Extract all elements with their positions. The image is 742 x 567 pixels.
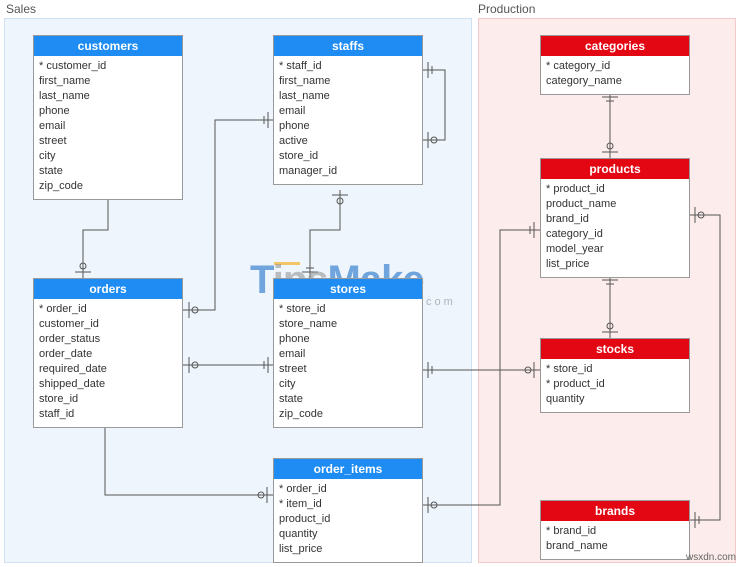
table-staffs: staffs * staff_id first_name last_name e… [273, 35, 423, 185]
column: category_name [546, 74, 684, 89]
column: zip_code [39, 179, 177, 194]
column: phone [279, 119, 417, 134]
column: brand_name [546, 539, 684, 554]
column: * store_id [546, 362, 684, 377]
watermark-accent [274, 262, 300, 265]
column: model_year [546, 242, 684, 257]
column: store_id [39, 392, 177, 407]
column: zip_code [279, 407, 417, 422]
column: active [279, 134, 417, 149]
table-body: * store_id * product_id quantity [541, 359, 689, 412]
table-categories: categories * category_id category_name [540, 35, 690, 95]
table-header: staffs [274, 36, 422, 56]
column: email [279, 104, 417, 119]
region-label-production: Production [478, 2, 535, 16]
column: last_name [39, 89, 177, 104]
column: state [279, 392, 417, 407]
column: quantity [279, 527, 417, 542]
table-header: customers [34, 36, 182, 56]
column: phone [39, 104, 177, 119]
table-body: * order_id customer_id order_status orde… [34, 299, 182, 427]
credit-text: wsxdn.com [686, 552, 736, 563]
table-header: stocks [541, 339, 689, 359]
column: street [39, 134, 177, 149]
column: quantity [546, 392, 684, 407]
column: phone [279, 332, 417, 347]
column: list_price [546, 257, 684, 272]
region-label-sales: Sales [6, 2, 36, 16]
table-body: * product_id product_name brand_id categ… [541, 179, 689, 277]
column: order_status [39, 332, 177, 347]
table-header: products [541, 159, 689, 179]
column: * staff_id [279, 59, 417, 74]
table-stores: stores * store_id store_name phone email… [273, 278, 423, 428]
erd-canvas: Sales Production [0, 0, 742, 567]
table-stocks: stocks * store_id * product_id quantity [540, 338, 690, 413]
column: street [279, 362, 417, 377]
column: * brand_id [546, 524, 684, 539]
column: brand_id [546, 212, 684, 227]
table-header: brands [541, 501, 689, 521]
table-order-items: order_items * order_id * item_id product… [273, 458, 423, 563]
table-customers: customers * customer_id first_name last_… [33, 35, 183, 200]
column: staff_id [39, 407, 177, 422]
table-body: * customer_id first_name last_name phone… [34, 56, 182, 199]
column: order_date [39, 347, 177, 362]
table-brands: brands * brand_id brand_name [540, 500, 690, 560]
table-header: categories [541, 36, 689, 56]
column: * store_id [279, 302, 417, 317]
column: * order_id [39, 302, 177, 317]
column: * customer_id [39, 59, 177, 74]
table-header: stores [274, 279, 422, 299]
watermark-com: .com [420, 296, 456, 308]
column: * order_id [279, 482, 417, 497]
table-body: * brand_id brand_name [541, 521, 689, 559]
column: store_name [279, 317, 417, 332]
column: city [279, 377, 417, 392]
table-body: * category_id category_name [541, 56, 689, 94]
table-header: order_items [274, 459, 422, 479]
column: product_id [279, 512, 417, 527]
table-body: * order_id * item_id product_id quantity… [274, 479, 422, 562]
column: email [279, 347, 417, 362]
column: * item_id [279, 497, 417, 512]
column: email [39, 119, 177, 134]
column: * product_id [546, 182, 684, 197]
column: store_id [279, 149, 417, 164]
table-orders: orders * order_id customer_id order_stat… [33, 278, 183, 428]
table-products: products * product_id product_name brand… [540, 158, 690, 278]
column: city [39, 149, 177, 164]
table-body: * store_id store_name phone email street… [274, 299, 422, 427]
column: first_name [279, 74, 417, 89]
column: * category_id [546, 59, 684, 74]
column: product_name [546, 197, 684, 212]
column: first_name [39, 74, 177, 89]
column: last_name [279, 89, 417, 104]
column: category_id [546, 227, 684, 242]
region-production [478, 18, 736, 563]
column: manager_id [279, 164, 417, 179]
column: list_price [279, 542, 417, 557]
column: customer_id [39, 317, 177, 332]
table-body: * staff_id first_name last_name email ph… [274, 56, 422, 184]
column: shipped_date [39, 377, 177, 392]
column: required_date [39, 362, 177, 377]
column: * product_id [546, 377, 684, 392]
table-header: orders [34, 279, 182, 299]
column: state [39, 164, 177, 179]
